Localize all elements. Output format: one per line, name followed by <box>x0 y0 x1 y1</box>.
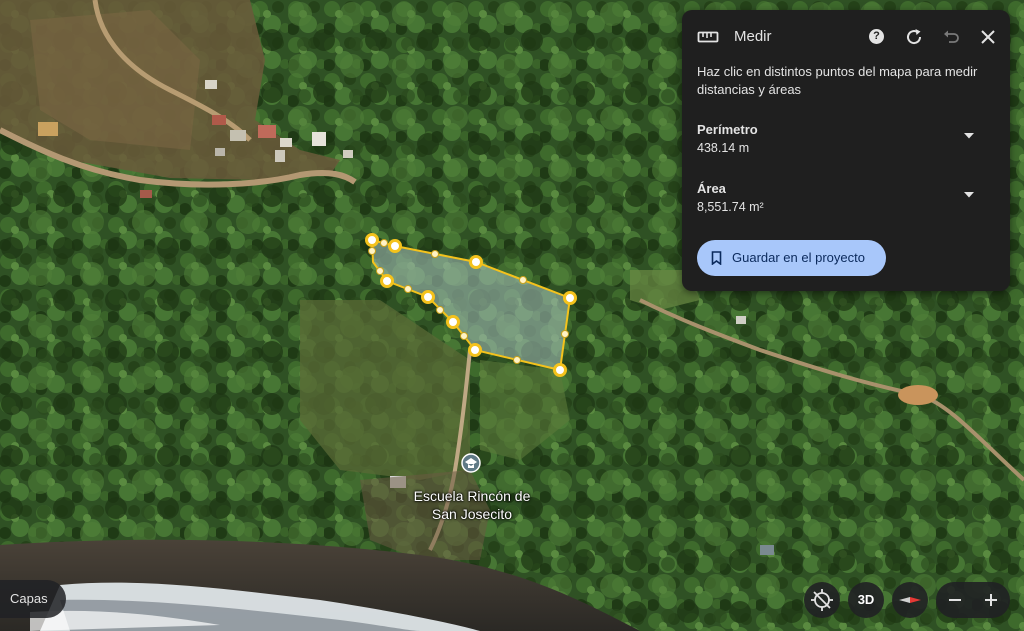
chevron-down-icon[interactable] <box>963 132 975 140</box>
help-icon: ? <box>869 29 884 44</box>
perimeter-value: 438.14 m <box>697 141 750 155</box>
area-row[interactable]: Área 8,551.74 m² <box>697 179 997 219</box>
compass-button[interactable] <box>892 582 928 618</box>
ruler-icon <box>697 31 719 43</box>
compass-icon <box>899 597 921 603</box>
plus-icon <box>985 594 997 606</box>
refresh-icon <box>907 29 922 45</box>
zoom-out-button[interactable] <box>936 582 973 618</box>
bookmark-icon <box>711 251 722 265</box>
measure-panel-header: Medir ? <box>682 10 1010 64</box>
zoom-controls <box>936 582 1010 618</box>
undo-button[interactable] <box>940 26 962 48</box>
close-icon <box>981 30 995 44</box>
close-button[interactable] <box>977 26 999 48</box>
refresh-button[interactable] <box>903 26 925 48</box>
measure-instructions: Haz clic en distintos puntos del mapa pa… <box>697 64 978 97</box>
measure-panel-title: Medir <box>734 28 772 45</box>
perimeter-row[interactable]: Perímetro 438.14 m <box>697 120 997 160</box>
view-3d-button[interactable]: 3D <box>848 582 884 618</box>
location-off-icon <box>811 589 833 611</box>
help-button[interactable]: ? <box>866 26 888 48</box>
school-pin-icon <box>461 453 481 473</box>
layers-button[interactable]: Capas <box>0 580 66 618</box>
my-location-button[interactable] <box>804 582 840 618</box>
perimeter-label: Perímetro <box>697 122 758 137</box>
minus-icon <box>949 599 961 601</box>
chevron-down-icon[interactable] <box>963 191 975 199</box>
save-button-label: Guardar en el proyecto <box>732 250 865 265</box>
undo-icon <box>944 30 959 43</box>
place-label-school[interactable]: Escuela Rincón de San Josecito <box>400 487 544 523</box>
area-value: 8,551.74 m² <box>697 200 764 214</box>
area-label: Área <box>697 181 726 196</box>
measure-panel: Medir ? Haz clic en distintos puntos del… <box>682 10 1010 291</box>
zoom-in-button[interactable] <box>973 582 1010 618</box>
save-to-project-button[interactable]: Guardar en el proyecto <box>697 240 886 276</box>
